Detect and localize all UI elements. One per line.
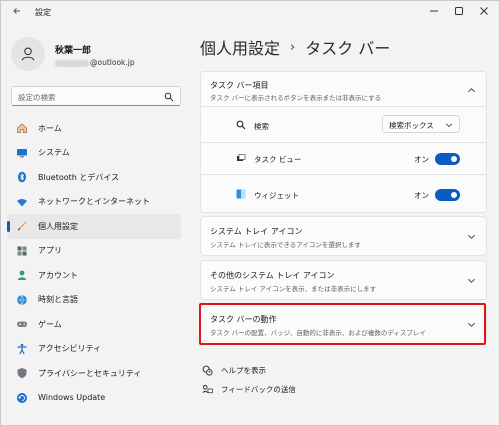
- sidebar-item-home[interactable]: ホーム: [7, 116, 181, 141]
- sidebar-item-system[interactable]: システム: [7, 141, 181, 166]
- system-tray-icons-card[interactable]: システム トレイ アイコン システム トレイに表示できるアイコンを選択します: [200, 216, 487, 256]
- widgets-icon: [236, 189, 246, 199]
- back-arrow-icon[interactable]: [10, 5, 24, 19]
- sidebar-nav: ホーム システム Bluetooth とデバイス ネットワークとインターネット …: [7, 116, 181, 410]
- sidebar-item-accounts[interactable]: アカウント: [7, 263, 181, 288]
- search-placeholder: 設定の検索: [18, 93, 56, 102]
- sidebar-item-network[interactable]: ネットワークとインターネット: [7, 190, 181, 215]
- other-tray-icons-card[interactable]: その他のシステム トレイ アイコン システム トレイ アイコンを表示、または非表…: [200, 260, 487, 300]
- breadcrumb: 個人用設定 › タスク バー: [200, 35, 390, 59]
- search-input[interactable]: 設定の検索: [11, 86, 181, 106]
- chevron-up-icon: [468, 88, 475, 93]
- search-icon: [236, 120, 246, 130]
- chevron-down-icon: [445, 123, 453, 128]
- chevron-down-icon: [468, 322, 475, 327]
- breadcrumb-separator: ›: [290, 39, 296, 55]
- user-icon: [21, 47, 35, 61]
- widgets-toggle[interactable]: [435, 189, 460, 201]
- minimize-button[interactable]: [421, 3, 447, 19]
- maximize-button[interactable]: [446, 3, 472, 19]
- chevron-down-icon: [468, 234, 475, 239]
- apps-icon: [15, 244, 29, 258]
- avatar[interactable]: [11, 37, 45, 71]
- sidebar-item-privacy[interactable]: プライバシーとセキュリティ: [7, 361, 181, 386]
- shield-icon: [15, 366, 29, 380]
- search-icon: [164, 92, 174, 102]
- sidebar-item-label: 個人用設定: [38, 221, 78, 231]
- sidebar-item-label: ホーム: [38, 123, 62, 133]
- sidebar-item-label: 時刻と言語: [38, 295, 78, 305]
- other-tray-title: その他のシステム トレイ アイコン: [210, 271, 335, 280]
- sidebar-item-label: アプリ: [38, 246, 62, 256]
- taskbar-items-header[interactable]: タスク バー項目 タスク バーに表示されるボタンを表示または非表示にする: [200, 71, 487, 107]
- feedback-link[interactable]: フィードバックの送信: [202, 384, 296, 395]
- brush-icon: [15, 219, 29, 233]
- task-view-icon: [236, 153, 246, 163]
- widgets-state: オン: [414, 191, 429, 200]
- close-button[interactable]: [471, 3, 497, 19]
- sidebar-item-label: ゲーム: [38, 319, 62, 329]
- sidebar-item-label: Windows Update: [38, 393, 106, 403]
- taskbar-behaviors-title: タスク バーの動作: [210, 315, 277, 324]
- accessibility-icon: [15, 342, 29, 356]
- sidebar-item-label: プライバシーとセキュリティ: [38, 368, 142, 378]
- breadcrumb-parent[interactable]: 個人用設定: [200, 35, 280, 59]
- taskbar-items-title: タスク バー項目: [210, 81, 269, 90]
- sidebar-item-windows-update[interactable]: Windows Update: [7, 386, 181, 411]
- help-link-label: ヘルプを表示: [221, 366, 266, 375]
- email-suffix: @outlook.jp: [90, 58, 135, 67]
- sidebar-item-personalization[interactable]: 個人用設定: [7, 214, 181, 239]
- close-icon: [480, 7, 488, 15]
- search-mode-dropdown[interactable]: 検索ボックス: [382, 115, 460, 133]
- chevron-down-icon: [468, 278, 475, 283]
- task-view-label: タスク ビュー: [254, 155, 302, 164]
- sidebar-item-label: アカウント: [38, 270, 78, 280]
- sidebar-item-gaming[interactable]: ゲーム: [7, 312, 181, 337]
- sidebar-item-label: システム: [38, 148, 70, 158]
- profile-email: @outlook.jp: [55, 58, 135, 67]
- sidebar-item-apps[interactable]: アプリ: [7, 239, 181, 264]
- other-tray-subtitle: システム トレイ アイコンを表示、または非表示にします: [210, 285, 377, 293]
- monitor-icon: [15, 146, 29, 160]
- help-link[interactable]: ヘルプを表示: [202, 365, 266, 376]
- taskbar-items-subtitle: タスク バーに表示されるボタンを表示または非表示にする: [210, 94, 382, 102]
- maximize-icon: [455, 7, 463, 15]
- wifi-icon: [15, 195, 29, 209]
- profile-name: 秋葉一郎: [55, 46, 92, 56]
- system-tray-subtitle: システム トレイに表示できるアイコンを選択します: [210, 241, 361, 249]
- gamepad-icon: [15, 317, 29, 331]
- system-tray-title: システム トレイ アイコン: [210, 227, 303, 236]
- update-icon: [15, 391, 29, 405]
- taskbar-behaviors-subtitle: タスク バーの配置、バッジ、自動的に非表示、および複数のディスプレイ: [210, 329, 426, 337]
- sidebar-item-time-language[interactable]: 時刻と言語: [7, 288, 181, 313]
- task-view-toggle[interactable]: [435, 153, 460, 165]
- taskbar-behaviors-card[interactable]: タスク バーの動作 タスク バーの配置、バッジ、自動的に非表示、および複数のディ…: [200, 304, 487, 344]
- minimize-icon: [430, 10, 438, 12]
- widgets-label: ウィジェット: [254, 191, 299, 200]
- app-title: 設定: [35, 8, 51, 17]
- sidebar-item-label: アクセシビリティ: [38, 344, 102, 354]
- globe-clock-icon: [15, 293, 29, 307]
- sidebar-item-label: ネットワークとインターネット: [38, 197, 150, 207]
- search-row-label: 検索: [254, 122, 269, 131]
- task-view-state: オン: [414, 155, 429, 164]
- page-title: タスク バー: [305, 39, 391, 58]
- dropdown-value: 検索ボックス: [389, 121, 434, 130]
- email-redaction: [55, 59, 89, 67]
- title-bar: 設定: [1, 1, 499, 25]
- feedback-icon: [202, 384, 213, 395]
- settings-window: 設定 秋葉一郎 @outlook.jp 設定の検索 ホーム システム Bluet…: [0, 0, 500, 426]
- account-icon: [15, 268, 29, 282]
- bluetooth-icon: [15, 170, 29, 184]
- sidebar-item-label: Bluetooth とデバイス: [38, 172, 120, 182]
- home-icon: [15, 121, 29, 135]
- sidebar-item-accessibility[interactable]: アクセシビリティ: [7, 337, 181, 362]
- help-icon: [202, 365, 213, 376]
- feedback-link-label: フィードバックの送信: [221, 385, 296, 394]
- sidebar-item-bluetooth[interactable]: Bluetooth とデバイス: [7, 165, 181, 190]
